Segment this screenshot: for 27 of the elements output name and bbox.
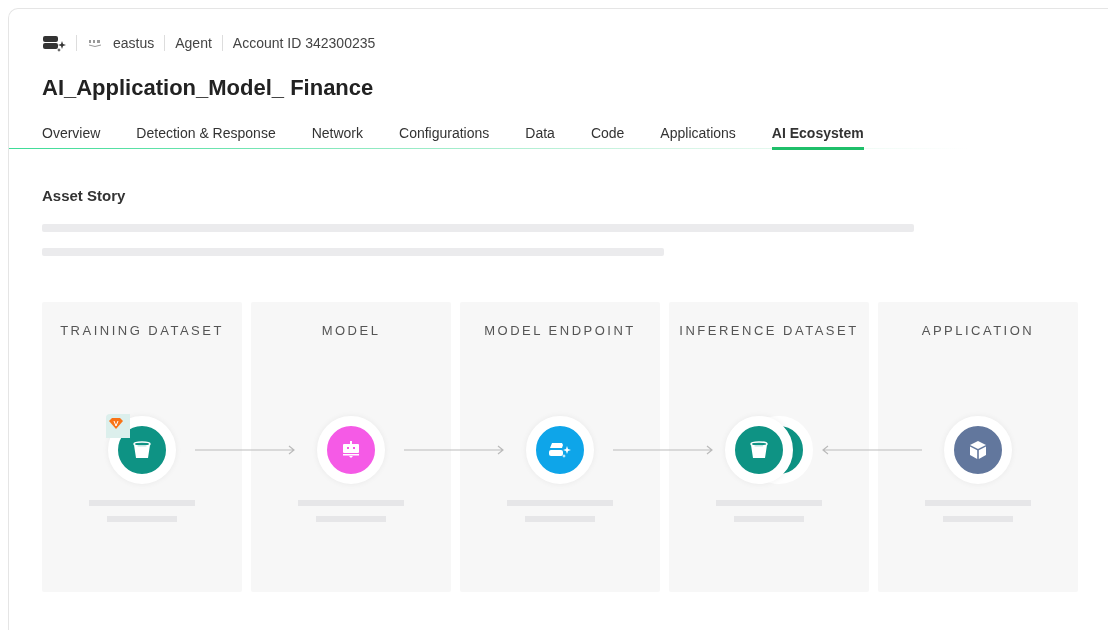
agent-label: Agent	[175, 35, 212, 51]
tab[interactable]: Applications	[660, 125, 736, 150]
tab[interactable]: Configurations	[399, 125, 490, 150]
bucket-icon	[132, 440, 152, 460]
tab[interactable]: Overview	[42, 125, 101, 150]
tab[interactable]: AI Ecosystem	[771, 125, 864, 150]
stage-label: APPLICATION	[921, 323, 1035, 338]
stage-label: INFERENCE DATASET	[679, 323, 859, 338]
cube-icon	[968, 440, 988, 460]
bucket-icon	[749, 440, 769, 460]
stage-label: MODEL ENDPOINT	[484, 323, 636, 338]
stage-label: MODEL	[321, 323, 381, 338]
account-id: Account ID 342300235	[232, 35, 376, 51]
section-title: Asset Story	[42, 187, 127, 204]
tab[interactable]: Data	[525, 125, 555, 150]
robot-icon	[341, 440, 361, 460]
gem-icon	[109, 417, 123, 429]
database-sparkle-icon	[42, 34, 66, 52]
page-title: AI_Application_Model_ Finance	[42, 75, 375, 101]
cloud-provider-icon	[87, 38, 103, 48]
stage-label: TRAINING DATASET	[60, 323, 224, 338]
database-sparkle-icon	[548, 440, 572, 460]
tab[interactable]: Code	[590, 125, 625, 150]
stacked-asset-node[interactable]	[725, 416, 813, 484]
region-label: eastus	[113, 35, 155, 51]
tab[interactable]: Network	[311, 125, 364, 150]
tab[interactable]: Detection & Response	[136, 125, 276, 150]
